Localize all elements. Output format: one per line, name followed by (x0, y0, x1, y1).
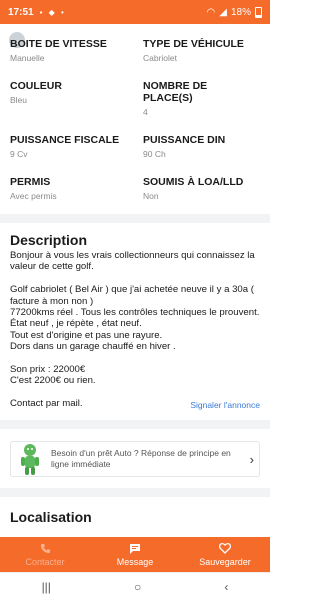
section-divider (0, 488, 270, 497)
status-right: ◠ ◢ 18% (206, 6, 262, 18)
loan-banner-text: Besoin d'un prêt Auto ? Réponse de princ… (51, 448, 231, 469)
spec-value: Manuelle (10, 53, 45, 63)
section-divider (0, 214, 270, 223)
spec-license: PERMIS Avec permis (10, 176, 135, 201)
spec-label: PUISSANCE FISCALE (10, 134, 120, 146)
status-time: 17:51 (8, 6, 34, 18)
spec-value: Cabriolet (143, 53, 178, 63)
spec-label: PUISSANCE DIN (143, 134, 226, 146)
battery-icon (255, 6, 262, 18)
message-button[interactable]: Message (90, 537, 180, 572)
description-body: Bonjour à vous les vrais collectionneurs… (10, 250, 260, 410)
spec-value: Avec permis (10, 191, 57, 201)
spec-value: 9 Cv (10, 149, 28, 159)
spec-value: 90 Ch (143, 149, 166, 159)
heart-icon (219, 543, 231, 555)
battery-percent: 18% (230, 6, 251, 18)
ad-content[interactable]: ← BOITE DE VITESSE Manuelle TYPE DE VÉHI… (0, 24, 270, 560)
spec-label: BOITE DE VITESSE (10, 38, 107, 50)
contact-button[interactable]: Contacter (0, 537, 90, 572)
section-divider (0, 420, 270, 429)
save-button[interactable]: Sauvegarder (180, 537, 270, 572)
wifi-icon: ◠ (206, 6, 216, 18)
signal-icon: ◢ (219, 6, 227, 18)
recent-apps-icon[interactable]: ||| (42, 580, 51, 594)
spec-value: Bleu (10, 95, 28, 105)
report-ad-link[interactable]: Signaler l'annonce (190, 400, 260, 410)
system-nav-bar: ||| ○ ‹ (0, 572, 270, 600)
location-title: Localisation (10, 509, 92, 525)
spec-loa-lld: SOUMIS À LOA/LLD Non (143, 176, 268, 201)
spec-label: COULEUR (10, 80, 62, 92)
green-character-icon (15, 442, 45, 476)
spec-din-power: PUISSANCE DIN 90 Ch (143, 134, 268, 159)
spec-value: 4 (143, 107, 148, 117)
status-bar: 17:51 ▪ ◆ • ◠ ◢ 18% (0, 0, 270, 24)
save-label: Sauvegarder (199, 556, 251, 567)
spec-color: COULEUR Bleu (10, 80, 135, 105)
auto-loan-banner[interactable]: Besoin d'un prêt Auto ? Réponse de princ… (10, 441, 260, 477)
spec-gearbox: BOITE DE VITESSE Manuelle (10, 38, 135, 63)
spec-seats: NOMBRE DE PLACE(S) 4 (143, 80, 233, 117)
spec-label: SOUMIS À LOA/LLD (143, 176, 244, 188)
spec-fiscal-power: PUISSANCE FISCALE 9 Cv (10, 134, 135, 159)
chat-bubble-icon (129, 543, 141, 555)
contact-label: Contacter (25, 556, 65, 567)
chevron-right-icon: › (249, 451, 254, 467)
spec-label: TYPE DE VÉHICULE (143, 38, 244, 50)
spec-value: Non (143, 191, 159, 201)
spec-label: NOMBRE DE PLACE(S) (143, 80, 208, 104)
description-title: Description (10, 232, 88, 248)
spec-label: PERMIS (10, 176, 51, 188)
back-icon[interactable]: ‹ (224, 580, 228, 594)
phone-icon (40, 543, 51, 555)
message-label: Message (116, 556, 154, 567)
notification-icons: ▪ ◆ • (39, 7, 66, 17)
bottom-action-bar: Contacter Message Sauvegarder (0, 537, 270, 572)
home-icon[interactable]: ○ (134, 580, 141, 594)
spec-vehicle-type: TYPE DE VÉHICULE Cabriolet (143, 38, 268, 63)
